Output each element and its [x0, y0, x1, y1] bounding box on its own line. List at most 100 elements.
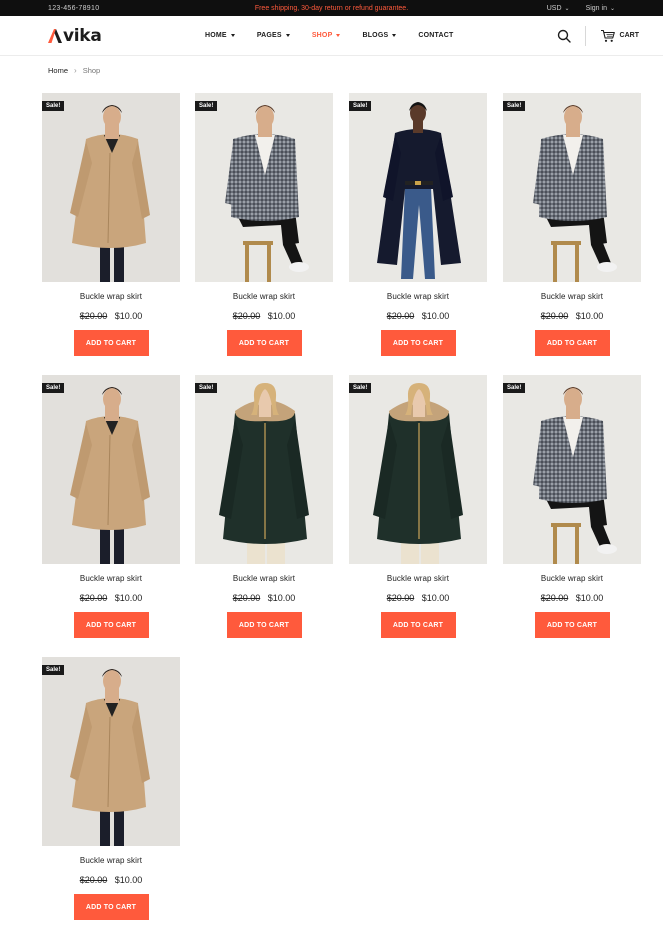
product-name[interactable]: Buckle wrap skirt [349, 574, 487, 583]
sale-badge: Sale! [349, 383, 372, 393]
product-name[interactable]: Buckle wrap skirt [42, 574, 180, 583]
nav-item-label: BLOGS [362, 32, 389, 39]
add-to-cart-button[interactable]: ADD TO CART [380, 612, 456, 638]
product-old-price: $20.00 [540, 593, 569, 603]
nav-item-label: PAGES [256, 32, 282, 39]
product-price: $20.00 $10.00 [503, 593, 641, 603]
signin-label: Sign in [585, 4, 607, 12]
add-to-cart-button[interactable]: ADD TO CART [380, 330, 456, 356]
product-sale-price: $10.00 [114, 875, 143, 885]
product-sale-price: $10.00 [575, 311, 604, 321]
nav-item-label: HOME [205, 32, 227, 39]
product-name[interactable]: Buckle wrap skirt [195, 292, 333, 301]
product-card: Sale! Buckle wrap skirt $20.00 $10.00 AD… [503, 93, 641, 356]
breadcrumb: Home › Shop [0, 56, 663, 84]
add-to-cart-button[interactable]: ADD TO CART [73, 612, 149, 638]
breadcrumb-home[interactable]: Home [48, 66, 68, 75]
logo-mark-icon [48, 28, 62, 44]
product-old-price: $20.00 [386, 311, 415, 321]
product-price: $20.00 $10.00 [42, 311, 180, 321]
product-name[interactable]: Buckle wrap skirt [195, 574, 333, 583]
caret-down-icon [230, 34, 235, 37]
chevron-right-icon: › [74, 65, 77, 75]
product-price: $20.00 $10.00 [195, 311, 333, 321]
product-sale-price: $10.00 [267, 311, 296, 321]
caret-down-icon [336, 34, 341, 37]
caret-down-icon [392, 34, 397, 37]
product-image[interactable]: Sale! [42, 657, 180, 846]
product-sale-price: $10.00 [267, 593, 296, 603]
sale-badge: Sale! [503, 383, 526, 393]
product-price: $20.00 $10.00 [503, 311, 641, 321]
phone-number[interactable]: 123-456-78910 [48, 5, 99, 12]
product-sale-price: $10.00 [114, 311, 143, 321]
add-to-cart-button[interactable]: ADD TO CART [226, 612, 302, 638]
product-card: Sale! Buckle wrap skirt $20.00 $10.00 AD… [42, 93, 180, 356]
product-price: $20.00 $10.00 [349, 311, 487, 321]
product-name[interactable]: Buckle wrap skirt [42, 856, 180, 865]
product-card: Sale! Buckle wrap skirt $20.00 $10.00 AD… [503, 375, 641, 638]
product-card: Sale! Buckle wrap skirt $20.00 $10.00 AD… [42, 375, 180, 638]
product-name[interactable]: Buckle wrap skirt [42, 292, 180, 301]
product-old-price: $20.00 [79, 593, 108, 603]
product-old-price: $20.00 [386, 593, 415, 603]
product-image[interactable]: Sale! [349, 375, 487, 564]
product-card: Sale! Buckle wrap skirt $20.00 $10.00 AD… [349, 375, 487, 638]
add-to-cart-button[interactable]: ADD TO CART [73, 894, 149, 920]
site-header: vika HOME PAGES SHOP BLOGS CONTACT CART [0, 16, 663, 56]
chevron-down-icon: ⌄ [609, 5, 615, 12]
product-sale-price: $10.00 [421, 311, 450, 321]
nav-item-label: CONTACT [418, 32, 454, 39]
logo-text: vika [63, 25, 102, 46]
product-old-price: $20.00 [79, 875, 108, 885]
nav-item-label: SHOP [311, 32, 333, 39]
sale-badge: Sale! [42, 665, 65, 675]
sale-badge: Sale! [195, 383, 218, 393]
cart-label: CART [619, 32, 639, 39]
currency-label: USD [546, 4, 562, 12]
cart-button[interactable]: CART [600, 29, 639, 43]
product-old-price: $20.00 [232, 311, 261, 321]
product-card: Sale! Buckle wrap skirt $20.00 $10.00 AD… [195, 375, 333, 638]
product-image[interactable]: Sale! [349, 93, 487, 282]
product-name[interactable]: Buckle wrap skirt [503, 574, 641, 583]
product-image[interactable]: Sale! [42, 375, 180, 564]
product-image[interactable]: Sale! [42, 93, 180, 282]
product-card: Sale! Buckle wrap skirt $20.00 $10.00 AD… [349, 93, 487, 356]
add-to-cart-button[interactable]: ADD TO CART [226, 330, 302, 356]
nav-item-home[interactable]: HOME [205, 32, 235, 39]
currency-selector[interactable]: USD ⌄ [547, 5, 570, 12]
sale-badge: Sale! [349, 101, 372, 111]
product-image[interactable]: Sale! [503, 93, 641, 282]
product-image[interactable]: Sale! [195, 375, 333, 564]
product-old-price: $20.00 [232, 593, 261, 603]
sale-badge: Sale! [195, 101, 218, 111]
add-to-cart-button[interactable]: ADD TO CART [534, 330, 610, 356]
product-sale-price: $10.00 [421, 593, 450, 603]
search-icon[interactable] [557, 29, 571, 43]
product-sale-price: $10.00 [114, 593, 143, 603]
add-to-cart-button[interactable]: ADD TO CART [73, 330, 149, 356]
nav-item-shop[interactable]: SHOP [312, 32, 341, 39]
sale-badge: Sale! [42, 383, 65, 393]
nav-item-blogs[interactable]: BLOGS [362, 32, 397, 39]
product-image[interactable]: Sale! [195, 93, 333, 282]
signin-menu[interactable]: Sign in ⌄ [586, 5, 615, 12]
product-card: Sale! Buckle wrap skirt $20.00 $10.00 AD… [195, 93, 333, 356]
add-to-cart-button[interactable]: ADD TO CART [534, 612, 610, 638]
header-divider [584, 25, 586, 46]
product-name[interactable]: Buckle wrap skirt [349, 292, 487, 301]
top-bar: 123-456-78910 Free shipping, 30-day retu… [0, 0, 663, 16]
nav-item-pages[interactable]: PAGES [257, 32, 290, 39]
chevron-down-icon: ⌄ [564, 5, 570, 12]
logo[interactable]: vika [48, 26, 198, 46]
product-price: $20.00 $10.00 [349, 593, 487, 603]
product-sale-price: $10.00 [575, 593, 604, 603]
product-price: $20.00 $10.00 [195, 593, 333, 603]
product-image[interactable]: Sale! [503, 375, 641, 564]
nav-item-contact[interactable]: CONTACT [418, 32, 453, 39]
main-nav: HOME PAGES SHOP BLOGS CONTACT [205, 32, 453, 39]
product-name[interactable]: Buckle wrap skirt [503, 292, 641, 301]
product-price: $20.00 $10.00 [42, 875, 180, 885]
cart-icon [600, 29, 615, 42]
